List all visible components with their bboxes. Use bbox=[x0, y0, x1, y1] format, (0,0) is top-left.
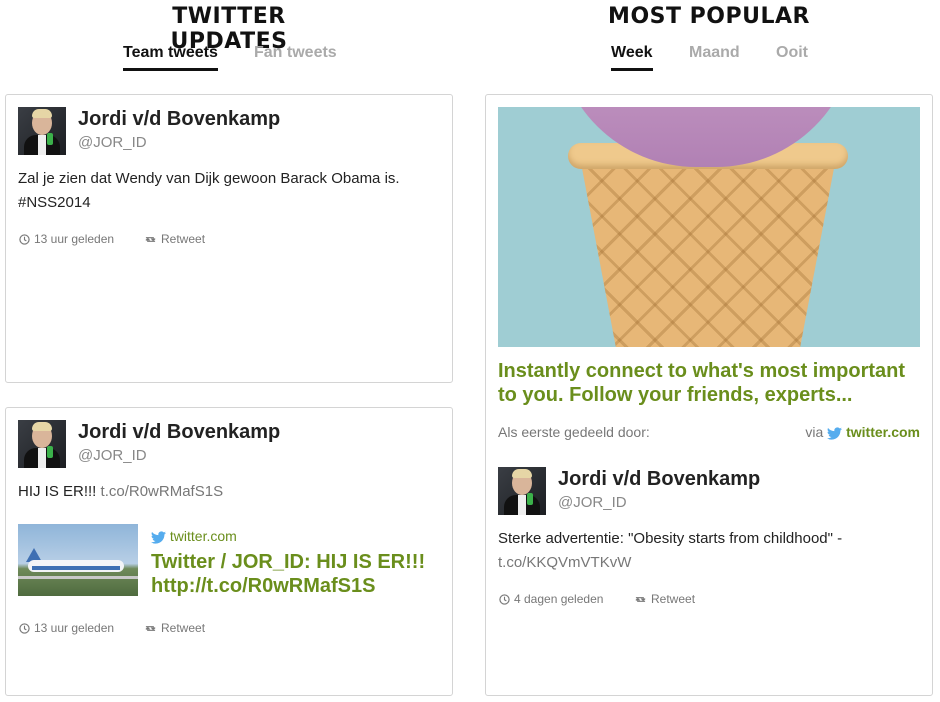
timestamp-label: 4 dagen geleden bbox=[514, 592, 604, 606]
author-name[interactable]: Jordi v/d Bovenkamp bbox=[78, 108, 280, 131]
featured-image[interactable] bbox=[498, 107, 920, 347]
retweet-label: Retweet bbox=[651, 592, 696, 606]
avatar[interactable] bbox=[498, 467, 546, 515]
retweet-button[interactable]: Retweet bbox=[144, 621, 205, 635]
clock-icon bbox=[499, 593, 510, 605]
tab-maand[interactable]: Maand bbox=[689, 44, 740, 62]
featured-headline-line: to you. Follow your friends, experts... bbox=[498, 384, 853, 406]
timestamp-label: 13 uur geleden bbox=[34, 232, 115, 246]
timestamp[interactable]: 13 uur geleden bbox=[19, 621, 114, 635]
via-label: via bbox=[805, 424, 824, 440]
retweet-icon bbox=[635, 596, 646, 602]
hashtag-link[interactable]: #NSS2014 bbox=[18, 191, 448, 215]
link-preview-title[interactable]: Twitter / JOR_ID: HIJ IS ER!!! http://t.… bbox=[151, 550, 425, 598]
tab-team-tweets[interactable]: Team tweets bbox=[123, 44, 218, 71]
tab-week[interactable]: Week bbox=[611, 44, 653, 71]
author-name[interactable]: Jordi v/d Bovenkamp bbox=[558, 468, 760, 491]
retweet-label: Retweet bbox=[161, 232, 206, 246]
tweet-card: Jordi v/d Bovenkamp @JOR_ID Zal je zien … bbox=[5, 94, 453, 383]
author-name[interactable]: Jordi v/d Bovenkamp bbox=[78, 421, 280, 444]
tab-ooit[interactable]: Ooit bbox=[776, 44, 808, 62]
retweet-label: Retweet bbox=[161, 621, 206, 635]
timestamp[interactable]: 13 uur geleden bbox=[19, 232, 114, 246]
clock-icon bbox=[19, 233, 30, 245]
most-popular-title: MOST POPULAR bbox=[608, 4, 810, 29]
link-preview-title-line: Twitter / JOR_ID: HIJ IS ER!!! bbox=[151, 551, 426, 573]
tweet-text: Zal je zien dat Wendy van Dijk gewoon Ba… bbox=[18, 167, 448, 215]
link-preview-source-label: twitter.com bbox=[169, 528, 237, 544]
twitter-bird-icon bbox=[151, 531, 166, 544]
author-handle[interactable]: @JOR_ID bbox=[78, 447, 147, 464]
via-source[interactable]: via twitter.com bbox=[805, 424, 920, 440]
tweet-link[interactable]: t.co/R0wRMafS1S bbox=[101, 483, 224, 500]
featured-headline[interactable]: Instantly connect to what's most importa… bbox=[498, 359, 928, 407]
tweet-text: HIJ IS ER!!! t.co/R0wRMafS1S bbox=[18, 480, 448, 504]
retweet-button[interactable]: Retweet bbox=[634, 592, 695, 606]
clock-icon bbox=[19, 622, 30, 634]
timestamp[interactable]: 4 dagen geleden bbox=[499, 592, 603, 606]
popular-card: Instantly connect to what's most importa… bbox=[485, 94, 933, 696]
tweet-link[interactable]: t.co/KKQVmVTKvW bbox=[498, 551, 928, 575]
author-handle[interactable]: @JOR_ID bbox=[558, 494, 627, 511]
tab-fan-tweets[interactable]: Fan tweets bbox=[254, 44, 337, 62]
featured-headline-line: Instantly connect to what's most importa… bbox=[498, 360, 906, 382]
retweet-icon bbox=[145, 625, 156, 631]
link-preview-source[interactable]: twitter.com bbox=[151, 528, 237, 544]
retweet-button[interactable]: Retweet bbox=[144, 232, 205, 246]
author-handle[interactable]: @JOR_ID bbox=[78, 134, 147, 151]
avatar[interactable] bbox=[18, 107, 66, 155]
via-source-link: twitter.com bbox=[846, 424, 920, 440]
twitter-bird-icon bbox=[827, 427, 843, 440]
timestamp-label: 13 uur geleden bbox=[34, 621, 115, 635]
link-preview-image[interactable] bbox=[18, 524, 138, 596]
link-preview-url: http://t.co/R0wRMafS1S bbox=[151, 575, 376, 597]
tweet-text-line: Zal je zien dat Wendy van Dijk gewoon Ba… bbox=[18, 170, 400, 187]
tweet-text-body: Sterke advertentie: "Obesity starts from… bbox=[498, 530, 843, 547]
tweet-card: Jordi v/d Bovenkamp @JOR_ID HIJ IS ER!!!… bbox=[5, 407, 453, 696]
tweet-text: Sterke advertentie: "Obesity starts from… bbox=[498, 527, 928, 575]
tweet-text-body: HIJ IS ER!!! bbox=[18, 483, 97, 500]
retweet-icon bbox=[145, 236, 156, 242]
shared-by-label: Als eerste gedeeld door: bbox=[498, 424, 650, 440]
avatar[interactable] bbox=[18, 420, 66, 468]
